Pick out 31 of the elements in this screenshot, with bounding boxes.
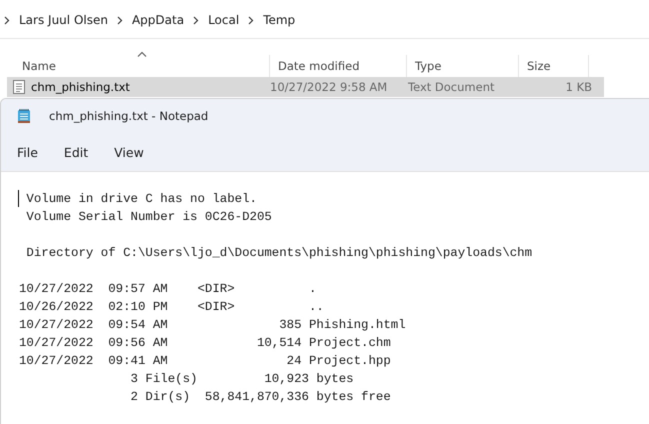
file-name: chm_phishing.txt [31,80,130,94]
chevron-icon [248,16,254,24]
chevron-icon [193,16,200,24]
text-line: 10/27/2022 09:56 AM 10,514 Project.chm [19,335,392,352]
breadcrumb-item[interactable]: AppData [132,13,184,27]
text-file-icon [13,80,25,94]
menu-item[interactable]: Edit [56,140,96,164]
file-row[interactable]: chm_phishing.txt 10/27/2022 9:58 AM Text Document 1 KB [7,77,604,97]
text-line: Volume Serial Number is 0C26-D205 [25,209,273,226]
breadcrumb-item[interactable]: Lars Juul Olsen [19,13,108,27]
window-title: chm_phishing.txt - Notepad [49,109,208,123]
text-line: 3 File(s) 10,923 bytes [130,371,355,388]
menu-item[interactable]: View [106,140,152,164]
text-line: Volume in drive C has no label. [25,191,258,208]
breadcrumb-item[interactable]: Local [208,13,240,27]
text-line: 10/26/2022 02:10 PM <DIR> .. [19,299,325,316]
chevron-icon [116,16,123,24]
text-line: 2 Dir(s) 58,841,870,336 bytes free [130,389,392,406]
text-line: 10/27/2022 09:54 AM 385 Phishing.html [19,317,407,334]
text-line: Directory of C:\Users\ljo_d\Documents\phishing\phishing\payloads\chm [25,245,534,262]
file-type: Text Document [407,80,496,94]
menu-item[interactable]: File [9,140,46,164]
file-size: 1 KB [564,80,593,94]
address-bar[interactable]: Lars Juul Olsen AppData Local Temp [0,2,649,39]
notepad-icon [17,108,31,124]
chevron-icon [4,16,10,24]
breadcrumb-item[interactable]: Temp [263,13,296,27]
text-cursor [18,190,19,207]
text-line: 10/27/2022 09:57 AM <DIR> . [19,281,318,298]
text-line: 10/27/2022 09:41 AM 24 Project.hpp [19,353,392,370]
file-date: 10/27/2022 9:58 AM [269,80,388,94]
